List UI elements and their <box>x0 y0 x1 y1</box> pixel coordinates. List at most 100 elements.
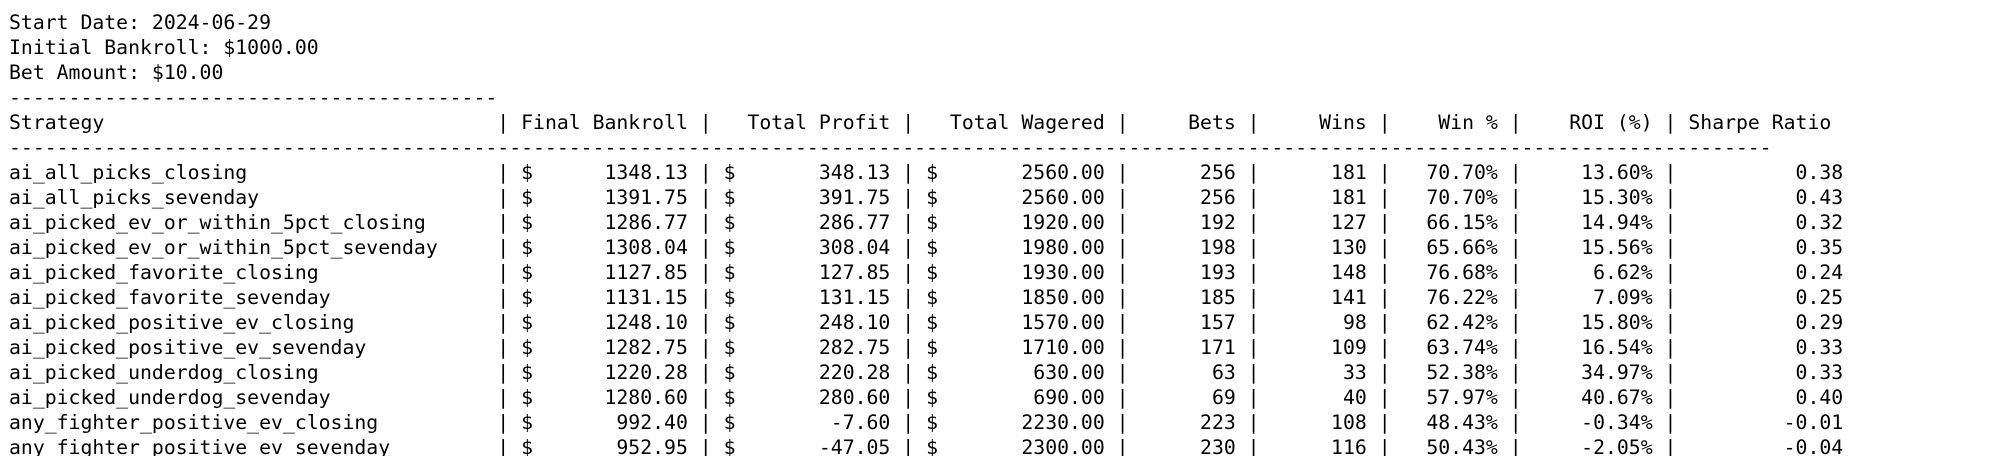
table-cell: ai_all_picks_sevenday <box>9 186 498 209</box>
table-cell: 13.60% <box>1521 161 1665 184</box>
table-cell: 48.43% <box>1390 411 1510 434</box>
start-date-line: Start Date: 2024-06-29 <box>9 11 272 34</box>
table-cell: 0.38 <box>1676 161 1844 184</box>
table-cell: $ 1282.75 <box>509 336 700 359</box>
table-cell: $ 1248.10 <box>509 311 700 334</box>
table-cell: 0.40 <box>1676 386 1844 409</box>
table-cell: 16.54% <box>1521 336 1665 359</box>
table-cell: ai_all_picks_closing <box>9 161 498 184</box>
table-cell: 0.33 <box>1676 361 1844 384</box>
table-cell: $ 1348.13 <box>509 161 700 184</box>
separator-line: ----------------------------------------… <box>9 86 498 109</box>
table-cell: 15.30% <box>1521 186 1665 209</box>
table-cell: 50.43% <box>1390 436 1510 456</box>
table-cell: $ 248.10 <box>711 311 903 334</box>
table-cell: $ 1920.00 <box>914 211 1117 234</box>
table-cell: 66.15% <box>1390 211 1510 234</box>
table-cell: 40 <box>1259 386 1379 409</box>
table-cell: 15.56% <box>1521 236 1665 259</box>
table-cell: any_fighter_positive_ev_closing <box>9 411 498 434</box>
table-cell: 0.25 <box>1676 286 1844 309</box>
table-cell: ai_picked_favorite_sevenday <box>9 286 498 309</box>
column-header-sharpe-ratio: Sharpe Ratio <box>1676 111 1844 134</box>
table-cell: 7.09% <box>1521 286 1665 309</box>
table-cell: $ 308.04 <box>711 236 903 259</box>
table-cell: $ 282.75 <box>711 336 903 359</box>
table-cell: 171 <box>1128 336 1248 359</box>
table-row: ai_picked_positive_ev_closing | $ 1248.1… <box>9 311 1844 334</box>
table-cell: ai_picked_positive_ev_sevenday <box>9 336 498 359</box>
table-cell: $ 2560.00 <box>914 161 1117 184</box>
table-cell: 52.38% <box>1390 361 1510 384</box>
table-cell: 148 <box>1259 261 1379 284</box>
table-row: ai_all_picks_closing | $ 1348.13 | $ 348… <box>9 161 1844 184</box>
table-cell: 63.74% <box>1390 336 1510 359</box>
table-cell: 0.24 <box>1676 261 1844 284</box>
table-cell: ai_picked_ev_or_within_5pct_closing <box>9 211 498 234</box>
table-cell: 98 <box>1259 311 1379 334</box>
table-cell: 181 <box>1259 186 1379 209</box>
terminal-output: Start Date: 2024-06-29 Initial Bankroll: … <box>0 0 2007 456</box>
table-cell: 116 <box>1259 436 1379 456</box>
column-header-roi: ROI (%) <box>1521 111 1665 134</box>
table-cell: -0.01 <box>1676 411 1844 434</box>
table-cell: 193 <box>1128 261 1248 284</box>
table-cell: 76.22% <box>1390 286 1510 309</box>
table-cell: 181 <box>1259 161 1379 184</box>
table-cell: 70.70% <box>1390 186 1510 209</box>
table-cell: $ 131.15 <box>711 286 903 309</box>
table-cell: 40.67% <box>1521 386 1665 409</box>
table-cell: $ 2300.00 <box>914 436 1117 456</box>
column-header-win: Win % <box>1390 111 1510 134</box>
table-cell: 192 <box>1128 211 1248 234</box>
table-cell: $ -7.60 <box>711 411 903 434</box>
table-body: ai_all_picks_closing | $ 1348.13 | $ 348… <box>9 160 2007 456</box>
table-cell: 223 <box>1128 411 1248 434</box>
table-cell: $ 127.85 <box>711 261 903 284</box>
table-cell: 198 <box>1128 236 1248 259</box>
column-header-wins: Wins <box>1259 111 1379 134</box>
column-header-strategy: Strategy <box>9 111 498 134</box>
table-cell: 230 <box>1128 436 1248 456</box>
table-cell: $ 1850.00 <box>914 286 1117 309</box>
table-cell: $ 630.00 <box>914 361 1117 384</box>
table-row: ai_all_picks_sevenday | $ 1391.75 | $ 39… <box>9 186 1844 209</box>
table-cell: 0.32 <box>1676 211 1844 234</box>
table-cell: $ 1127.85 <box>509 261 700 284</box>
table-row: any_fighter_positive_ev_closing | $ 992.… <box>9 411 1844 434</box>
table-cell: $ 2560.00 <box>914 186 1117 209</box>
table-cell: $ 1930.00 <box>914 261 1117 284</box>
table-cell: $ 286.77 <box>711 211 903 234</box>
table-cell: ai_picked_underdog_sevenday <box>9 386 498 409</box>
table-row: ai_picked_favorite_sevenday | $ 1131.15 … <box>9 286 1844 309</box>
table-cell: 141 <box>1259 286 1379 309</box>
table-cell: $ 1710.00 <box>914 336 1117 359</box>
table-cell: 130 <box>1259 236 1379 259</box>
column-header-bets: Bets <box>1128 111 1248 134</box>
table-cell: 62.42% <box>1390 311 1510 334</box>
table-cell: any_fighter_positive_ev_sevenday <box>9 436 498 456</box>
table-cell: $ 1308.04 <box>509 236 700 259</box>
table-cell: 14.94% <box>1521 211 1665 234</box>
table-row: ai_picked_underdog_sevenday | $ 1280.60 … <box>9 386 1844 409</box>
table-header: Strategy | Final Bankroll | Total Profit… <box>9 111 1844 134</box>
table-cell: 256 <box>1128 161 1248 184</box>
table-cell: 0.43 <box>1676 186 1844 209</box>
table-cell: 76.68% <box>1390 261 1510 284</box>
table-row: any_fighter_positive_ev_sevenday | $ 952… <box>9 435 2007 456</box>
table-cell: $ 348.13 <box>711 161 903 184</box>
table-cell: ai_picked_favorite_closing <box>9 261 498 284</box>
table-cell: $ 1980.00 <box>914 236 1117 259</box>
table-row: ai_picked_ev_or_within_5pct_sevenday | $… <box>9 236 1844 259</box>
table-row: ai_picked_favorite_closing | $ 1127.85 |… <box>9 261 1844 284</box>
table-cell: $ 391.75 <box>711 186 903 209</box>
table-cell: 63 <box>1128 361 1248 384</box>
table-cell: 33 <box>1259 361 1379 384</box>
table-cell: $ 1391.75 <box>509 186 700 209</box>
table-cell: $ 1570.00 <box>914 311 1117 334</box>
table-cell: -0.34% <box>1521 411 1665 434</box>
table-row: ai_picked_ev_or_within_5pct_closing | $ … <box>9 211 1844 234</box>
table-cell: 185 <box>1128 286 1248 309</box>
table-cell: 69 <box>1128 386 1248 409</box>
table-cell: 256 <box>1128 186 1248 209</box>
